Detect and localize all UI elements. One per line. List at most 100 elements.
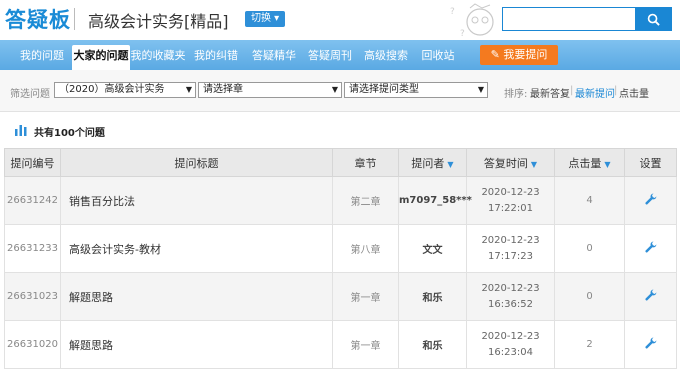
answer-clock: 16:23:04	[488, 346, 533, 358]
question-id: 26631242	[4, 176, 61, 225]
search-button[interactable]	[635, 8, 671, 30]
course-select-value: （2020）高级会计实务	[59, 84, 165, 95]
course-select[interactable]: （2020）高级会计实务 ▼	[54, 82, 196, 98]
sort-clicks[interactable]: 点击量	[619, 85, 649, 100]
sort-down-icon: ▼	[604, 159, 611, 169]
table-row: 26631020 解题思路 第一章 和乐 2020-12-23 16:23:04 …	[4, 320, 677, 369]
tab-answer-highlights[interactable]: 答疑精华	[248, 47, 300, 70]
tab-favorites[interactable]: 我的收藏夹	[130, 47, 186, 70]
sort-label: 排序:	[504, 89, 528, 100]
question-count-row: 共有100个问题	[0, 112, 680, 148]
question-id: 26631233	[4, 224, 61, 273]
question-asker: m7097_58***	[398, 176, 472, 225]
question-chapter: 第一章	[332, 272, 399, 321]
main-nav: 我的问题 大家的问题 我的收藏夹 我的纠错 答疑精华 答疑周刊 高级搜索 回收站…	[0, 40, 680, 70]
question-id: 26631020	[4, 320, 61, 369]
svg-text:?: ?	[460, 29, 465, 39]
question-type-select[interactable]: 请选择提问类型 ▼	[344, 82, 488, 98]
question-asker: 和乐	[398, 320, 467, 369]
wrench-icon[interactable]	[644, 193, 657, 205]
tab-weekly[interactable]: 答疑周刊	[304, 47, 356, 70]
answer-date: 2020-12-23	[481, 330, 540, 342]
chevron-down-icon: ▼	[185, 85, 192, 94]
answer-time: 2020-12-23 17:17:23	[466, 224, 555, 273]
sort-separator: |	[614, 85, 618, 96]
question-title-link[interactable]: 解题思路	[60, 272, 333, 321]
chapter-select[interactable]: 请选择章 ▼	[198, 82, 342, 98]
switch-label: 切换	[251, 13, 271, 24]
answer-date: 2020-12-23	[481, 186, 540, 198]
question-chapter: 第二章	[332, 176, 399, 225]
table-row: 26631023 解题思路 第一章 和乐 2020-12-23 16:36:52 …	[4, 272, 677, 321]
owl-mascot-icon: ? ?	[450, 3, 494, 39]
answer-clock: 17:22:01	[488, 202, 533, 214]
wrench-icon[interactable]	[644, 289, 657, 301]
click-count: 0	[554, 224, 625, 273]
answer-clock: 17:17:23	[488, 250, 533, 262]
chevron-down-icon: ▼	[477, 85, 484, 94]
chevron-down-icon: ▼	[331, 85, 338, 94]
answer-date: 2020-12-23	[481, 282, 540, 294]
question-asker: 文文	[398, 224, 467, 273]
answer-date: 2020-12-23	[481, 234, 540, 246]
ask-question-button[interactable]: ✎ 我要提问	[480, 45, 558, 65]
tab-advanced-search[interactable]: 高级搜索	[360, 47, 412, 70]
question-chapter: 第一章	[332, 320, 399, 369]
search-input[interactable]	[503, 8, 635, 30]
question-title-link[interactable]: 高级会计实务-教材	[60, 224, 333, 273]
sort-latest-question[interactable]: 最新提问	[575, 85, 615, 100]
wrench-icon[interactable]	[644, 337, 657, 349]
search-icon	[647, 13, 660, 26]
settings-cell	[624, 224, 677, 273]
table-row: 26631242 销售百分比法 第二章 m7097_58*** 2020-12-…	[4, 176, 677, 225]
col-header-title: 提问标题	[60, 148, 333, 177]
bar-chart-icon	[15, 125, 27, 136]
header: 答疑板 高级会计实务[精品] 切换 ▾ ? ?	[0, 0, 680, 40]
question-asker: 和乐	[398, 272, 467, 321]
col-header-clicks-label: 点击量	[568, 156, 602, 170]
click-count: 2	[554, 320, 625, 369]
subject-title: 高级会计实务[精品]	[88, 12, 229, 31]
questions-table: 提问编号 提问标题 章节 提问者 ▼ 答复时间 ▼ 点击量 ▼ 设置 26631242…	[4, 148, 677, 369]
pencil-icon: ✎	[490, 48, 500, 61]
col-header-settings: 设置	[624, 148, 677, 177]
table-row: 26631233 高级会计实务-教材 第八章 文文 2020-12-23 17:1…	[4, 224, 677, 273]
col-header-asker[interactable]: 提问者 ▼	[398, 148, 467, 177]
sort-latest-answer[interactable]: 最新答复	[530, 85, 570, 100]
tab-corrections[interactable]: 我的纠错	[190, 47, 242, 70]
answer-time: 2020-12-23 17:22:01	[466, 176, 555, 225]
tab-everyone-questions[interactable]: 大家的问题	[72, 45, 130, 70]
search-box	[502, 7, 672, 31]
question-id: 26631023	[4, 272, 61, 321]
click-count: 0	[554, 272, 625, 321]
chapter-select-value: 请选择章	[203, 84, 243, 95]
question-chapter: 第八章	[332, 224, 399, 273]
switch-button[interactable]: 切换 ▾	[245, 11, 286, 27]
click-count: 4	[554, 176, 625, 225]
question-type-select-value: 请选择提问类型	[349, 84, 419, 95]
sort-down-icon: ▼	[447, 159, 454, 169]
question-title-link[interactable]: 销售百分比法	[60, 176, 333, 225]
answer-time: 2020-12-23 16:36:52	[466, 272, 555, 321]
settings-cell	[624, 320, 677, 369]
logo[interactable]: 答疑板	[5, 4, 71, 34]
col-header-id: 提问编号	[4, 148, 61, 177]
ask-question-label: 我要提问	[503, 48, 548, 61]
filter-label: 筛选问题	[10, 89, 50, 100]
answer-clock: 16:36:52	[488, 298, 533, 310]
tab-recycle-bin[interactable]: 回收站	[416, 47, 460, 70]
tab-my-questions[interactable]: 我的问题	[12, 47, 72, 70]
question-title-link[interactable]: 解题思路	[60, 320, 333, 369]
sort-separator: |	[570, 85, 574, 96]
svg-text:?: ?	[450, 7, 455, 17]
col-header-answer-time-label: 答复时间	[483, 156, 528, 170]
settings-cell	[624, 176, 677, 225]
col-header-clicks[interactable]: 点击量 ▼	[554, 148, 625, 177]
col-header-answer-time[interactable]: 答复时间 ▼	[466, 148, 555, 177]
table-header-row: 提问编号 提问标题 章节 提问者 ▼ 答复时间 ▼ 点击量 ▼ 设置	[4, 148, 677, 177]
answer-time: 2020-12-23 16:23:04	[466, 320, 555, 369]
wrench-icon[interactable]	[644, 241, 657, 253]
settings-cell	[624, 272, 677, 321]
question-count: 共有100个问题	[34, 128, 105, 139]
divider	[74, 8, 75, 30]
